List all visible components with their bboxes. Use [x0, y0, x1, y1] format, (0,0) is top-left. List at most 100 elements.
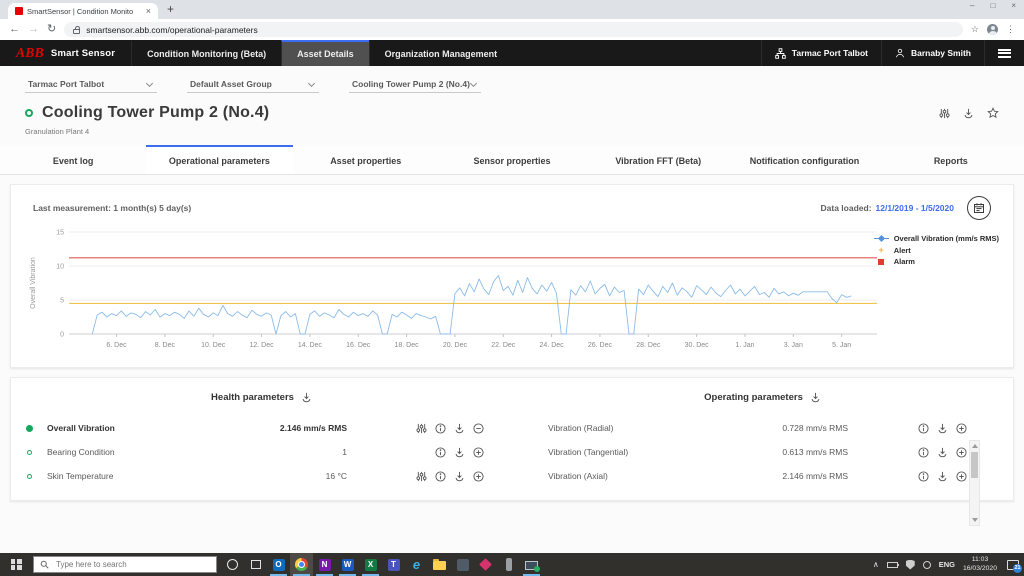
taskbar-teams-icon[interactable]: T: [382, 553, 405, 576]
start-button[interactable]: [0, 553, 32, 576]
tab-sensor-properties[interactable]: Sensor properties: [439, 145, 585, 174]
operating-scrollbar[interactable]: [969, 440, 980, 526]
sliders-icon[interactable]: [416, 471, 427, 482]
legend-label: Alarm: [893, 257, 915, 266]
new-tab-button[interactable]: +: [167, 2, 174, 19]
language-indicator[interactable]: ENG: [939, 560, 955, 569]
info-icon[interactable]: [918, 470, 929, 482]
info-icon[interactable]: [435, 422, 446, 434]
legend-label: Alert: [893, 245, 911, 255]
plus-icon[interactable]: [956, 470, 967, 482]
window-controls: – □ ×: [970, 1, 1016, 10]
download-icon[interactable]: [937, 471, 948, 482]
info-icon[interactable]: [435, 470, 446, 482]
tab-event-log[interactable]: Event log: [0, 145, 146, 174]
taskbar-app-gray-icon[interactable]: [451, 553, 474, 576]
download-icon[interactable]: [937, 423, 948, 434]
user-icon: [895, 48, 905, 58]
tab-close-icon[interactable]: ×: [146, 6, 151, 16]
search-input[interactable]: [54, 559, 210, 570]
taskbar-outlook-icon[interactable]: O: [267, 553, 290, 576]
plus-icon[interactable]: [956, 422, 967, 434]
taskbar-app-remote-icon[interactable]: [497, 553, 520, 576]
scroll-down-icon[interactable]: [972, 518, 979, 522]
date-range-button[interactable]: [967, 196, 991, 220]
brand: ABB Smart Sensor: [0, 40, 131, 66]
bookmark-star-icon[interactable]: ☆: [971, 24, 979, 35]
nav-condition-monitoring-beta[interactable]: Condition Monitoring (Beta): [131, 40, 281, 66]
taskbar-excel-icon[interactable]: X: [359, 553, 382, 576]
scroll-thumb[interactable]: [971, 452, 978, 478]
data-loaded-range[interactable]: 12/1/2019 - 1/5/2020: [876, 203, 954, 213]
nav-organization-management[interactable]: Organization Management: [368, 40, 513, 66]
asset-download-icon[interactable]: [963, 108, 974, 119]
tray-status-icon[interactable]: [922, 560, 931, 569]
download-icon[interactable]: [454, 447, 465, 458]
minimize-icon[interactable]: –: [970, 1, 974, 10]
taskbar-internet-explorer-icon[interactable]: e: [405, 553, 428, 576]
close-icon[interactable]: ×: [1011, 1, 1016, 10]
info-icon[interactable]: [435, 446, 446, 458]
download-icon[interactable]: [454, 423, 465, 434]
search-icon: [40, 560, 49, 569]
info-icon[interactable]: [918, 446, 929, 458]
svg-text:20. Dec: 20. Dec: [443, 342, 468, 349]
plus-icon[interactable]: [473, 446, 484, 458]
taskbar-app-pink-icon[interactable]: [474, 553, 497, 576]
operating-download-icon[interactable]: [810, 392, 821, 403]
url-bar[interactable]: smartsensor.abb.com/operational-paramete…: [64, 22, 963, 37]
maximize-icon[interactable]: □: [990, 1, 995, 10]
info-icon[interactable]: [918, 422, 929, 434]
user-chip[interactable]: Barnaby Smith: [881, 40, 984, 66]
site-select[interactable]: Tarmac Port Talbot: [25, 75, 157, 93]
app-menu-button[interactable]: [984, 40, 1024, 66]
tray-chevron-up-icon[interactable]: ∧: [873, 560, 879, 569]
sliders-icon[interactable]: [416, 423, 427, 434]
param-value: 2.146 mm/s RMS: [279, 423, 347, 433]
tab-vibration-fft-beta[interactable]: Vibration FFT (Beta): [585, 145, 731, 174]
minus-icon[interactable]: [473, 422, 484, 434]
svg-text:1. Jan: 1. Jan: [735, 342, 754, 349]
battery-icon[interactable]: [886, 561, 900, 568]
tab-reports[interactable]: Reports: [878, 145, 1024, 174]
back-icon[interactable]: ←: [9, 24, 20, 35]
refresh-icon[interactable]: ↻: [47, 24, 56, 35]
taskbar-search[interactable]: [33, 556, 217, 573]
taskbar-chrome-icon[interactable]: [290, 553, 313, 576]
plus-icon[interactable]: [473, 470, 484, 482]
health-download-icon[interactable]: [301, 392, 312, 403]
tab-notification-configuration[interactable]: Notification configuration: [731, 145, 877, 174]
tab-operational-parameters[interactable]: Operational parameters: [146, 145, 293, 174]
taskbar-word-icon[interactable]: W: [336, 553, 359, 576]
taskbar-cortana-icon[interactable]: [221, 553, 244, 576]
security-shield-icon[interactable]: [905, 559, 915, 570]
browser-tab-title: SmartSensor | Condition Monito: [27, 6, 134, 16]
organization-chip[interactable]: Tarmac Port Talbot: [760, 40, 881, 66]
taskbar-onenote-icon[interactable]: N: [313, 553, 336, 576]
asset-settings-icon[interactable]: [939, 108, 950, 119]
browser-tab[interactable]: SmartSensor | Condition Monito ×: [8, 3, 158, 19]
plus-icon[interactable]: [956, 446, 967, 458]
browser-menu-icon[interactable]: ⋮: [1006, 24, 1015, 35]
taskbar-task-view-icon[interactable]: [244, 553, 267, 576]
forward-icon[interactable]: →: [28, 24, 39, 35]
chart-card: Last measurement: 1 month(s) 5 day(s) Da…: [10, 184, 1014, 368]
nav-asset-details[interactable]: Asset Details: [281, 40, 369, 66]
app-nav: Condition Monitoring (Beta) Asset Details…: [131, 40, 512, 66]
download-icon[interactable]: [937, 447, 948, 458]
taskbar-pc-status-icon[interactable]: [520, 553, 543, 576]
action-center-icon[interactable]: 21: [1007, 559, 1022, 573]
param-value: 2.146 mm/s RMS: [782, 471, 848, 481]
tab-asset-properties[interactable]: Asset properties: [293, 145, 439, 174]
scroll-up-icon[interactable]: [972, 444, 979, 448]
notification-badge: 21: [1013, 563, 1022, 573]
download-icon[interactable]: [454, 471, 465, 482]
taskbar-clock[interactable]: 11:03 16/03/2020: [963, 556, 997, 573]
chart-body[interactable]: 0 5 10 15 6. Dec 8. Dec 10. Dec 12. Dec 14. Dec 1…: [23, 222, 1001, 365]
asset-group-select[interactable]: Default Asset Group: [187, 75, 319, 93]
param-value: 0.728 mm/s RMS: [782, 423, 848, 433]
taskbar-file-explorer-icon[interactable]: [428, 553, 451, 576]
favorite-star-icon[interactable]: [987, 107, 999, 119]
asset-select[interactable]: Cooling Tower Pump 2 (No.4): [349, 75, 481, 93]
browser-profile-avatar[interactable]: [987, 24, 998, 35]
